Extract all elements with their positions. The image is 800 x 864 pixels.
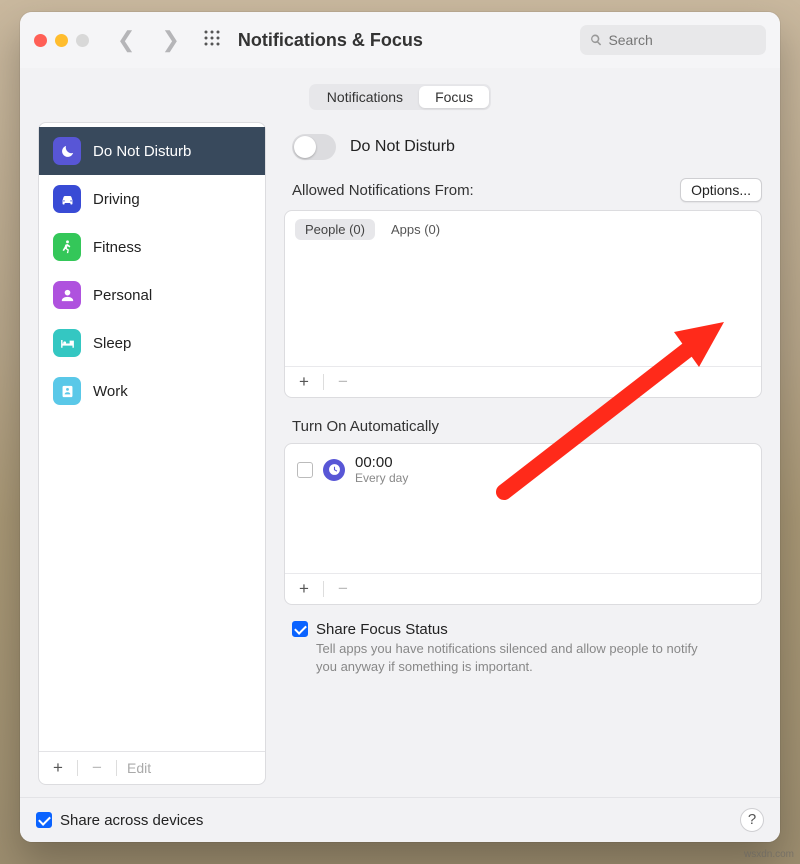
schedule-time: 00:00	[355, 454, 408, 471]
options-button[interactable]: Options...	[680, 178, 762, 202]
car-icon	[53, 185, 81, 213]
edit-button[interactable]: Edit	[127, 760, 151, 776]
bed-icon	[53, 329, 81, 357]
tabs: Notifications Focus	[309, 84, 491, 110]
running-icon	[53, 233, 81, 261]
divider	[323, 374, 324, 390]
allowed-footer: + −	[285, 366, 761, 397]
allowed-title: Allowed Notifications From:	[292, 182, 474, 199]
allowed-segments: People (0) Apps (0)	[285, 211, 761, 248]
help-button[interactable]: ?	[740, 808, 764, 832]
forward-button[interactable]: ❯	[161, 27, 179, 53]
search-icon	[590, 33, 602, 47]
sidebar-item-label: Do Not Disturb	[93, 143, 191, 160]
preferences-window: ❮ ❯ Notifications & Focus Notifications …	[20, 12, 780, 842]
add-schedule-button[interactable]: +	[295, 579, 313, 599]
auto-footer: + −	[285, 573, 761, 604]
schedule-row[interactable]: 00:00 Every day	[285, 444, 761, 495]
share-status-title: Share Focus Status	[316, 621, 448, 638]
share-status-checkbox[interactable]	[292, 621, 308, 637]
tabbar: Notifications Focus	[20, 68, 780, 122]
badge-icon	[53, 377, 81, 405]
tab-notifications[interactable]: Notifications	[311, 86, 419, 108]
watermark: wsxdn.com	[744, 849, 794, 860]
focus-sidebar: Do Not Disturb Driving Fitness	[38, 122, 266, 785]
divider	[116, 760, 117, 776]
share-status-desc: Tell apps you have notifications silence…	[316, 640, 716, 675]
allowed-list	[285, 248, 761, 366]
schedule-checkbox[interactable]	[297, 462, 313, 478]
add-allowed-button[interactable]: +	[295, 372, 313, 392]
zoom-window-button[interactable]	[76, 34, 89, 47]
segment-people[interactable]: People (0)	[295, 219, 375, 240]
sidebar-item-label: Sleep	[93, 335, 131, 352]
focus-toggle[interactable]	[292, 134, 336, 160]
allowed-panel: People (0) Apps (0) + −	[284, 210, 762, 398]
share-status-block: Share Focus Status Tell apps you have no…	[284, 619, 762, 675]
content-area: Do Not Disturb Driving Fitness	[20, 122, 780, 797]
sidebar-item-label: Driving	[93, 191, 140, 208]
titlebar: ❮ ❯ Notifications & Focus	[20, 12, 780, 68]
sidebar-item-label: Fitness	[93, 239, 141, 256]
share-devices-label: Share across devices	[60, 812, 203, 829]
focus-toggle-label: Do Not Disturb	[350, 138, 455, 156]
sidebar-item-personal[interactable]: Personal	[39, 271, 265, 319]
add-focus-button[interactable]: +	[49, 758, 67, 778]
remove-allowed-button[interactable]: −	[334, 372, 352, 392]
remove-schedule-button[interactable]: −	[334, 579, 352, 599]
sidebar-item-fitness[interactable]: Fitness	[39, 223, 265, 271]
tab-focus[interactable]: Focus	[419, 86, 489, 108]
sidebar-item-work[interactable]: Work	[39, 367, 265, 415]
person-icon	[53, 281, 81, 309]
segment-apps[interactable]: Apps (0)	[381, 219, 450, 240]
nav-arrows: ❮ ❯	[117, 27, 180, 53]
window-title: Notifications & Focus	[238, 30, 580, 51]
remove-focus-button[interactable]: −	[88, 758, 106, 778]
focus-detail: Do Not Disturb Allowed Notifications Fro…	[284, 122, 762, 785]
sidebar-item-do-not-disturb[interactable]: Do Not Disturb	[39, 127, 265, 175]
sidebar-item-label: Work	[93, 383, 128, 400]
bottom-bar: Share across devices ?	[20, 797, 780, 842]
focus-toggle-row: Do Not Disturb	[284, 122, 762, 178]
sidebar-footer: + − Edit	[39, 751, 265, 784]
all-prefs-icon[interactable]	[204, 30, 220, 51]
divider	[323, 581, 324, 597]
window-controls	[34, 34, 89, 47]
sidebar-item-driving[interactable]: Driving	[39, 175, 265, 223]
clock-icon	[323, 459, 345, 481]
minimize-window-button[interactable]	[55, 34, 68, 47]
close-window-button[interactable]	[34, 34, 47, 47]
auto-title: Turn On Automatically	[284, 418, 762, 443]
moon-icon	[53, 137, 81, 165]
share-devices-checkbox[interactable]	[36, 812, 52, 828]
divider	[77, 760, 78, 776]
back-button[interactable]: ❮	[117, 27, 135, 53]
sidebar-item-sleep[interactable]: Sleep	[39, 319, 265, 367]
search-field[interactable]	[580, 25, 766, 55]
sidebar-item-label: Personal	[93, 287, 152, 304]
auto-panel: 00:00 Every day + −	[284, 443, 762, 605]
schedule-subtitle: Every day	[355, 471, 408, 485]
schedule-text: 00:00 Every day	[355, 454, 408, 485]
allowed-header: Allowed Notifications From: Options...	[284, 178, 762, 210]
focus-list: Do Not Disturb Driving Fitness	[39, 123, 265, 751]
search-input[interactable]	[608, 32, 756, 48]
